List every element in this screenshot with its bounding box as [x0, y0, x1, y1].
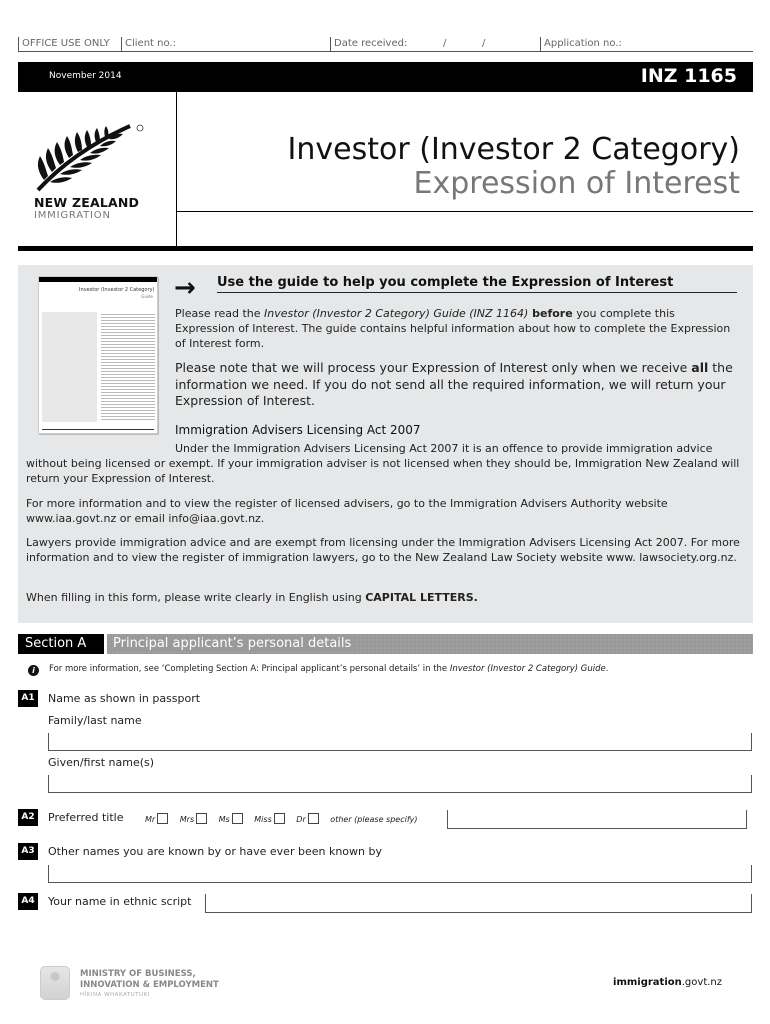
title-option-miss[interactable]: Miss — [254, 813, 285, 824]
family-name-input[interactable] — [49, 736, 751, 753]
given-name-label: Given/first name(s) — [48, 756, 155, 769]
title-checkbox-mrs[interactable] — [196, 813, 208, 824]
title-checkbox-dr[interactable] — [307, 813, 319, 824]
question-label-a4: Your name in ethnic script — [48, 895, 192, 908]
question-number-a2: A2 — [18, 809, 38, 826]
question-number-a4: A4 — [18, 893, 38, 910]
family-name-label: Family/last name — [48, 714, 142, 727]
other-names-field[interactable] — [48, 865, 752, 885]
footer-website[interactable]: immigration.govt.nz — [613, 977, 722, 988]
mbie-line3: HĪKINA WHAKATUTUKI — [80, 992, 150, 998]
title-option-dr[interactable]: Dr — [296, 813, 319, 824]
processing-note: Please note that we will process your Ex… — [175, 360, 733, 408]
question-label-a2: Preferred title — [48, 811, 124, 824]
application-no-label: Application no.: — [540, 37, 622, 51]
date-received-label: Date received: — [330, 37, 407, 51]
section-info-note: i For more information, see ‘Completing S… — [28, 664, 608, 676]
given-name-field[interactable] — [48, 775, 752, 795]
title-option-ms[interactable]: Ms — [219, 813, 243, 824]
form-date: November 2014 — [49, 71, 122, 81]
other-names-input[interactable] — [49, 868, 751, 885]
section-a-header: Section A Principal applicant’s personal… — [18, 634, 753, 654]
mbie-logo: MINISTRY OF BUSINESS, INNOVATION & EMPLO… — [40, 966, 240, 1002]
form-title: Investor (Investor 2 Category) — [287, 132, 740, 167]
date-slash: / — [443, 38, 447, 49]
logo-new-zealand: NEW ZEALAND — [34, 195, 140, 210]
guide-thumbnail: Investor (Investor 2 Category) Guide — [38, 276, 158, 434]
question-number-a1: A1 — [18, 690, 38, 707]
title-option-mr[interactable]: Mr — [145, 813, 169, 824]
section-title: Principal applicant’s personal details — [113, 636, 356, 651]
title-checkbox-miss[interactable] — [273, 813, 285, 824]
ethnic-script-name-input[interactable] — [206, 896, 751, 915]
header-thick-rule — [18, 246, 753, 251]
section-tag: Section A — [18, 634, 104, 654]
office-use-strip: OFFICE USE ONLY Client no.: Date receive… — [18, 36, 753, 52]
title-option-mrs[interactable]: Mrs — [180, 813, 208, 824]
lawyers-paragraph: Lawyers provide immigration advice and a… — [26, 536, 740, 564]
title-options: Mr Mrs Ms Miss Dr other (please specify) — [145, 813, 418, 824]
office-use-label: OFFICE USE ONLY — [18, 37, 110, 51]
guide-heading: Use the guide to help you complete the E… — [217, 275, 737, 293]
guide-thumbnail-subtitle: Guide — [141, 294, 153, 299]
form-subtitle: Expression of Interest — [413, 166, 740, 201]
title-checkbox-ms[interactable] — [231, 813, 243, 824]
header-divider — [176, 92, 177, 247]
form-header-bar: November 2014 INZ 1165 — [18, 62, 753, 92]
question-label-a3: Other names you are known by or have eve… — [48, 845, 382, 858]
other-title-label: other (please specify) — [330, 815, 418, 824]
client-no-label: Client no.: — [121, 37, 176, 51]
title-checkbox-mr[interactable] — [157, 813, 169, 824]
nz-immigration-logo: NEW ZEALAND IMMIGRATION — [34, 122, 154, 222]
coat-of-arms-icon — [40, 966, 70, 1000]
act-paragraph: Under the Immigration Advisers Licensing… — [26, 442, 740, 485]
other-title-input[interactable] — [448, 812, 746, 831]
header-rule — [177, 211, 753, 212]
act-heading: Immigration Advisers Licensing Act 2007 — [175, 423, 421, 437]
given-name-input[interactable] — [49, 778, 751, 795]
mbie-line2: INNOVATION & EMPLOYMENT — [80, 980, 219, 990]
date-slash: / — [482, 38, 486, 49]
family-name-field[interactable] — [48, 733, 752, 753]
capital-letters-note: When filling in this form, please write … — [26, 591, 478, 604]
arrow-right-icon: → — [174, 273, 196, 303]
section-title-bar: Principal applicant’s personal details — [107, 634, 753, 654]
question-label-a1: Name as shown in passport — [48, 692, 201, 705]
guide-paragraph: Please read the Investor (Investor 2 Cat… — [175, 307, 731, 350]
info-icon: i — [28, 665, 39, 676]
silver-fern-icon — [36, 124, 144, 192]
guide-thumbnail-title: Investor (Investor 2 Category) — [79, 287, 155, 293]
guide-info-box: Investor (Investor 2 Category) Guide → U… — [18, 265, 753, 623]
mbie-line1: MINISTRY OF BUSINESS, — [80, 969, 196, 979]
form-code: INZ 1165 — [640, 65, 737, 87]
ethnic-script-name-field[interactable] — [205, 894, 752, 915]
advisers-info-paragraph: For more information and to view the reg… — [26, 497, 668, 525]
question-number-a3: A3 — [18, 843, 38, 860]
other-title-field[interactable] — [447, 810, 747, 831]
logo-immigration: IMMIGRATION — [34, 210, 111, 221]
